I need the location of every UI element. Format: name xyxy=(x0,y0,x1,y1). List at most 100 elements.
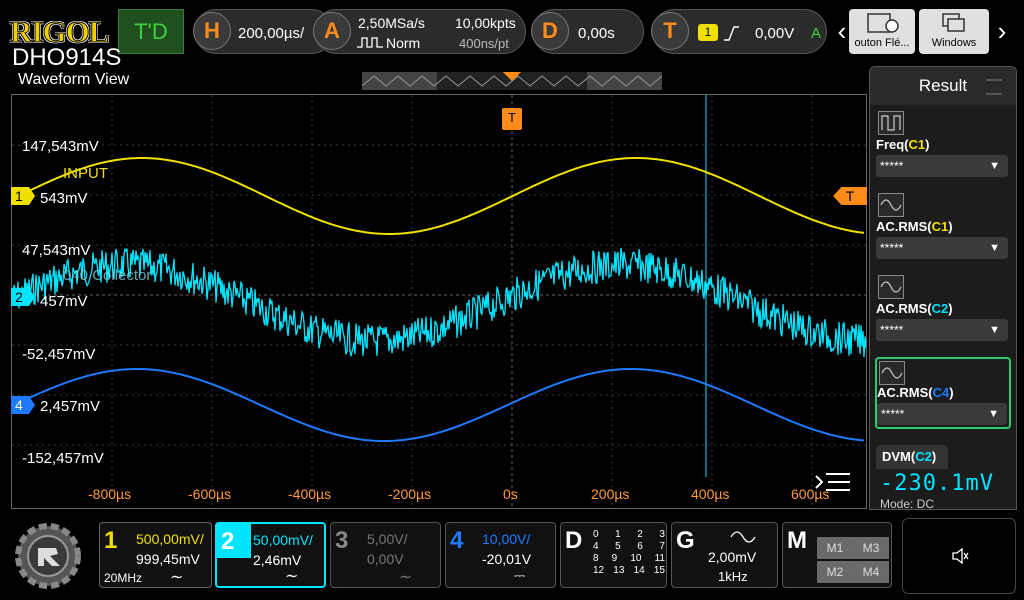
math-letter: M xyxy=(787,527,807,554)
time-axis-label: 400µs xyxy=(691,486,730,502)
measurement-card-selected[interactable]: AC.RMS(C4) ***** ▼ xyxy=(875,357,1011,429)
measurement-value: ***** ▼ xyxy=(876,237,1008,259)
math-m1-button[interactable]: M1 xyxy=(817,537,853,559)
channel-offset: 999,45mV xyxy=(136,551,200,567)
channel-scale: 10,00V/ xyxy=(482,531,531,547)
memory-depth: 10,00kpts xyxy=(455,15,516,31)
channel-scale: 500,00mV/ xyxy=(136,531,204,547)
app-icon xyxy=(867,13,899,33)
channel-4-box[interactable]: 4 10,00V/ -20,01V ⎓ xyxy=(445,522,556,588)
math-m2-button[interactable]: M2 xyxy=(817,561,853,583)
digital-letter: D xyxy=(565,527,583,554)
chevron-down-icon: ▼ xyxy=(989,324,1000,336)
app-label: outon Flé... xyxy=(854,37,910,49)
trigger-status-td[interactable]: T'D xyxy=(118,9,184,54)
ac-coupling-icon: ∼ xyxy=(285,568,299,585)
rms-measure-icon xyxy=(879,361,905,385)
app-windows[interactable]: Windows xyxy=(919,9,989,54)
channel-number: 1 xyxy=(104,527,118,554)
dvm-mode: Mode: DC xyxy=(880,497,935,510)
app-bouton-fleche[interactable]: outon Flé... xyxy=(849,9,915,54)
channel-number: 2 xyxy=(221,528,235,555)
result-panel[interactable]: Result Freq(C1) ***** ▼ AC.RMS(C1) ***** ▼… xyxy=(869,66,1017,510)
voltage-offset-label: 47,543mV xyxy=(22,242,91,259)
channel-offset: 0,00V xyxy=(367,551,404,567)
chevron-down-icon: ▼ xyxy=(989,160,1000,172)
dvm-value: -230.1mV xyxy=(880,471,994,496)
ch1-offset-value: 543mV xyxy=(40,190,88,207)
waveform-display[interactable]: INPUT 040 Collector xyxy=(11,94,867,509)
digital-grid: 0123 4567 8 9 10 11 12 13 14 15 xyxy=(593,529,665,576)
channel-offset: -20,01V xyxy=(482,551,532,567)
chevron-down-icon: ▼ xyxy=(988,408,999,420)
acquire-icon[interactable]: A xyxy=(313,12,351,50)
rising-edge-icon xyxy=(724,26,739,41)
measurement-card[interactable]: AC.RMS(C2) ***** ▼ xyxy=(876,275,1010,341)
freq-measure-icon xyxy=(878,111,904,135)
measurement-name: AC.RMS(C2) xyxy=(876,301,953,316)
sample-rate: 2,50MSa/s xyxy=(358,15,425,31)
measurement-name: AC.RMS(C1) xyxy=(876,219,953,234)
menu-list-icon[interactable] xyxy=(814,470,852,498)
app-label: Windows xyxy=(931,37,977,49)
rigol-home-gear-icon[interactable] xyxy=(12,520,84,592)
ac-coupling-icon: ∼ xyxy=(170,569,184,586)
measurement-value: ***** ▼ xyxy=(876,155,1008,177)
math-m4-button[interactable]: M4 xyxy=(853,561,889,583)
measurement-card[interactable]: AC.RMS(C1) ***** ▼ xyxy=(876,193,1010,259)
generator-frequency: 1kHz xyxy=(718,569,748,584)
channel-scale: 50,00mV/ xyxy=(253,532,313,548)
trigger-source-badge: 1 xyxy=(698,24,718,41)
waveform-overview[interactable] xyxy=(361,72,663,90)
waveform-canvas xyxy=(12,95,866,508)
digital-channels-box[interactable]: D 0123 4567 8 9 10 11 12 13 14 15 xyxy=(560,522,667,588)
acq-mode-icon xyxy=(357,37,383,48)
app-scroll-right-button[interactable]: › xyxy=(991,9,1013,54)
channel-number: 4 xyxy=(450,527,464,554)
dvm-title: DVM(C2) xyxy=(876,445,948,469)
ch4-offset-value: 2,457mV xyxy=(40,398,101,415)
math-m3-button[interactable]: M3 xyxy=(853,537,889,559)
delay-icon[interactable]: D xyxy=(531,12,569,50)
measurement-name: Freq(C1) xyxy=(876,137,930,152)
rms-measure-icon xyxy=(878,193,904,217)
time-axis-label: 200µs xyxy=(591,486,630,502)
bandwidth-limit: 20MHz xyxy=(104,571,143,585)
measurement-value: ***** ▼ xyxy=(877,403,1007,425)
ch1-label: INPUT xyxy=(63,165,108,182)
generator-letter: G xyxy=(676,527,695,554)
time-axis-label: -400µs xyxy=(288,486,332,502)
channel-1-box[interactable]: 1 500,00mV/ 999,45mV 20MHz ∼ xyxy=(99,522,212,588)
ch2-label: 040 Collector xyxy=(63,267,152,284)
trigger-sweep-status: A xyxy=(811,25,822,42)
top-bar: RIGOL T'D H 200,00µs/ A 2,50MSa/s Norm 1… xyxy=(0,0,1024,62)
dc-coupling-icon: ⎓ xyxy=(514,567,526,583)
sound-button[interactable] xyxy=(902,518,1016,594)
trigger-icon[interactable]: T xyxy=(651,12,689,50)
voltage-offset-label: 147,543mV xyxy=(22,138,99,155)
voltage-offset-label: -52,457mV xyxy=(22,346,96,363)
channel-3-box[interactable]: 3 5,00V/ 0,00V ∼ xyxy=(330,522,441,588)
overview-wave xyxy=(361,72,663,90)
sine-wave-icon xyxy=(730,531,756,543)
trigger-position-marker[interactable]: T xyxy=(502,108,522,130)
dvm-readout[interactable]: DVM(C2) -230.1mV Mode: DC xyxy=(876,445,1010,509)
panel-menu-icon[interactable] xyxy=(986,79,1002,95)
view-title: Waveform View xyxy=(18,71,130,88)
generator-amplitude: 2,00mV xyxy=(708,549,757,565)
measurement-card[interactable]: Freq(C1) ***** ▼ xyxy=(876,111,1010,177)
horizontal-scale[interactable]: 200,00µs/ xyxy=(238,25,304,42)
trigger-level: 0,00V xyxy=(755,25,795,42)
channel-number: 3 xyxy=(335,527,349,554)
delay-value[interactable]: 0,00s xyxy=(578,25,615,42)
channel-2-box[interactable]: 2 50,00mV/ 2,46mV ∼ xyxy=(215,522,326,588)
ac-coupling-icon: ∼ xyxy=(399,569,413,586)
generator-box[interactable]: G 2,00mV 1kHz xyxy=(671,522,778,588)
time-per-point: 400ns/pt xyxy=(459,36,509,51)
voltage-offset-label: -152,457mV xyxy=(22,450,104,467)
horizontal-icon[interactable]: H xyxy=(193,12,231,50)
time-axis-label: -200µs xyxy=(388,486,432,502)
math-box[interactable]: M M1 M3 M2 M4 xyxy=(782,522,892,588)
channel-scale: 5,00V/ xyxy=(367,531,408,547)
measurement-name: AC.RMS(C4) xyxy=(877,385,954,400)
